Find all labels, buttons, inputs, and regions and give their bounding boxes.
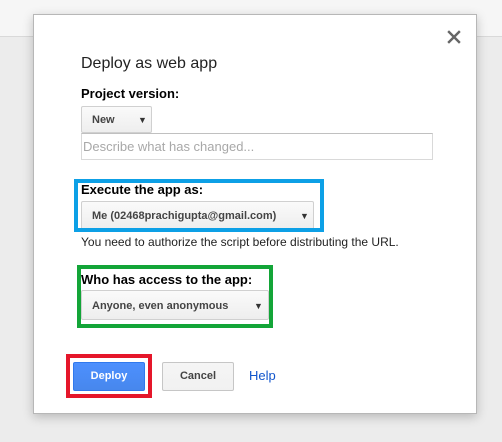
project-version-label: Project version: [81, 86, 180, 101]
deploy-dialog: Deploy as web app Project version: New ▼… [33, 14, 477, 414]
dialog-title: Deploy as web app [81, 55, 218, 72]
authorize-note: You need to authorize the script before … [81, 235, 399, 249]
help-link[interactable]: Help [249, 368, 276, 383]
cancel-button[interactable]: Cancel [162, 362, 234, 391]
deploy-button[interactable]: Deploy [73, 362, 145, 391]
dropdown-arrow-icon: ▼ [254, 301, 263, 311]
version-description-input[interactable] [81, 133, 433, 160]
access-dropdown[interactable]: Anyone, even anonymous ▼ [81, 290, 269, 320]
close-icon[interactable] [446, 29, 462, 45]
execute-as-dropdown[interactable]: Me (02468prachigupta@gmail.com) ▼ [81, 201, 314, 230]
project-version-dropdown[interactable]: New ▼ [81, 106, 152, 133]
access-label: Who has access to the app: [81, 272, 253, 287]
execute-as-label: Execute the app as: [81, 182, 204, 197]
project-version-selected: New [92, 114, 115, 126]
dropdown-arrow-icon: ▼ [138, 115, 147, 125]
execute-as-selected: Me (02468prachigupta@gmail.com) [92, 210, 277, 222]
access-selected: Anyone, even anonymous [92, 300, 229, 312]
dropdown-arrow-icon: ▼ [300, 211, 309, 221]
